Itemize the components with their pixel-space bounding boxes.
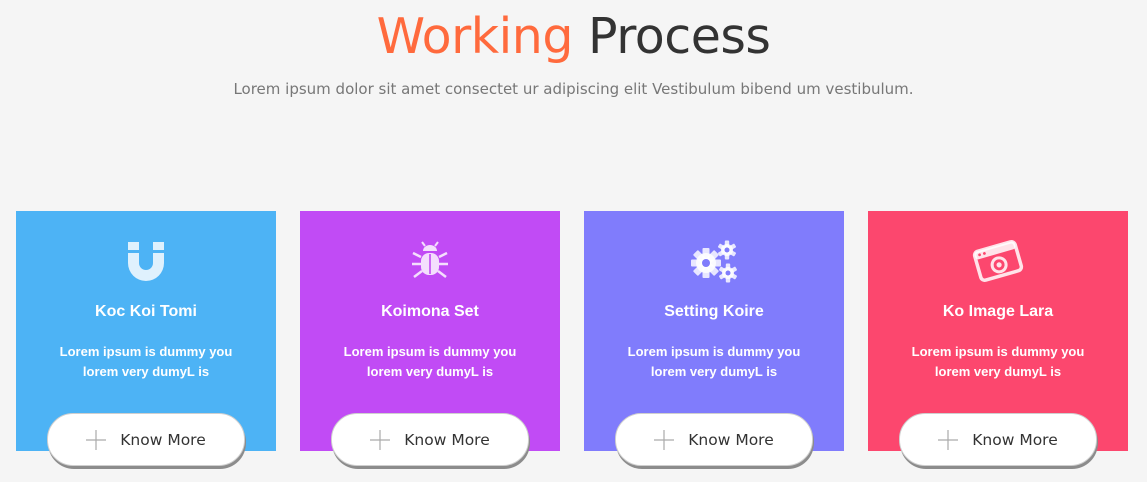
section-header: Working Process Lorem ipsum dolor sit am… bbox=[0, 0, 1147, 98]
know-more-label: Know More bbox=[688, 430, 774, 449]
process-card-2: Koimona Set Lorem ipsum is dummy you lor… bbox=[300, 211, 560, 466]
card-title: Ko Image Lara bbox=[942, 303, 1054, 320]
magnet-icon bbox=[16, 239, 276, 283]
know-more-button[interactable]: Know More bbox=[47, 413, 245, 466]
gears-icon bbox=[584, 239, 844, 283]
process-card-3: Setting Koire Lorem ipsum is dummy you l… bbox=[584, 211, 844, 466]
title-accent: Working bbox=[376, 8, 574, 65]
process-card-4: Ko Image Lara Lorem ipsum is dummy you l… bbox=[868, 211, 1128, 466]
plus-icon bbox=[938, 429, 959, 450]
image-icon bbox=[868, 239, 1128, 283]
know-more-button[interactable]: Know More bbox=[615, 413, 813, 466]
process-card-1: Koc Koi Tomi Lorem ipsum is dummy you lo… bbox=[16, 211, 276, 466]
page-subtitle: Lorem ipsum dolor sit amet consectet ur … bbox=[233, 80, 914, 98]
process-cards: Koc Koi Tomi Lorem ipsum is dummy you lo… bbox=[16, 211, 1128, 482]
bug-icon bbox=[300, 239, 560, 283]
know-more-button[interactable]: Know More bbox=[899, 413, 1097, 466]
card-title: Koc Koi Tomi bbox=[95, 303, 197, 320]
plus-icon bbox=[654, 429, 675, 450]
plus-icon bbox=[370, 429, 391, 450]
card-title: Setting Koire bbox=[664, 303, 764, 320]
card-text: Lorem ipsum is dummy you lorem very dumy… bbox=[911, 344, 1085, 379]
card-text: Lorem ipsum is dummy you lorem very dumy… bbox=[59, 344, 233, 379]
know-more-button[interactable]: Know More bbox=[331, 413, 529, 466]
card-text: Lorem ipsum is dummy you lorem very dumy… bbox=[343, 344, 517, 379]
card-text: Lorem ipsum is dummy you lorem very dumy… bbox=[627, 344, 801, 379]
title-rest: Process bbox=[588, 8, 771, 65]
plus-icon bbox=[86, 429, 107, 450]
know-more-label: Know More bbox=[404, 430, 490, 449]
page-title: Working Process bbox=[0, 0, 1147, 68]
know-more-label: Know More bbox=[972, 430, 1058, 449]
card-title: Koimona Set bbox=[381, 303, 479, 320]
know-more-label: Know More bbox=[120, 430, 206, 449]
